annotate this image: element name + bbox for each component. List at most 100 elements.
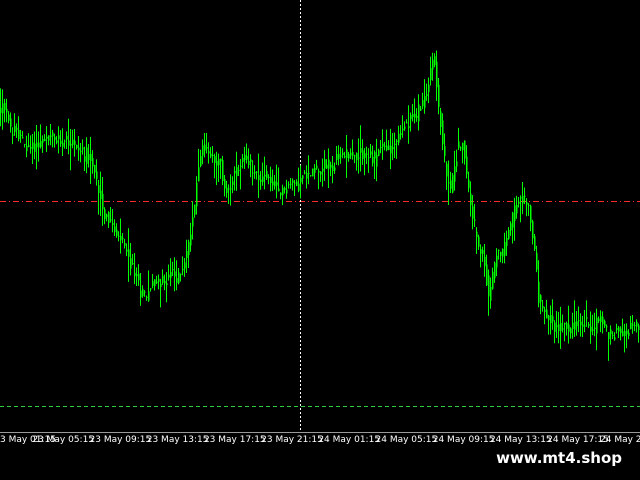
candle-body	[492, 271, 494, 289]
candle-body	[126, 249, 128, 252]
candle-body	[456, 161, 458, 167]
candle-body	[248, 160, 250, 165]
candle-body	[146, 296, 148, 298]
candle-body	[34, 143, 36, 152]
candle-body	[16, 128, 18, 130]
candle-body	[434, 56, 436, 66]
candle-body	[200, 156, 202, 167]
price-chart-svg[interactable]	[0, 0, 640, 432]
candle-body	[106, 214, 108, 217]
candle-body	[606, 326, 608, 328]
candle-body	[420, 108, 422, 111]
candle-body	[154, 279, 156, 287]
candle-body	[188, 241, 190, 256]
candle-body	[240, 165, 242, 167]
candle-body	[580, 321, 582, 326]
candle-body	[458, 141, 460, 148]
candle-body	[18, 129, 20, 140]
candle-body	[632, 324, 634, 326]
candle-body	[234, 170, 236, 174]
candle-body	[64, 140, 66, 142]
candle-body	[426, 94, 428, 96]
candle-body	[524, 195, 526, 197]
candle-body	[178, 272, 180, 284]
candle-body	[588, 324, 590, 326]
candle-body	[598, 318, 600, 322]
candle-body	[454, 166, 456, 182]
candle-body	[148, 291, 150, 301]
candle-body	[448, 182, 450, 184]
candle-body	[616, 327, 618, 330]
candle-body	[0, 107, 2, 114]
candle-body	[288, 184, 290, 186]
candle-body	[120, 235, 122, 241]
candle-body	[66, 135, 68, 140]
candle-body	[226, 187, 228, 193]
candle-body	[170, 272, 172, 278]
candle-body	[36, 142, 38, 148]
candle-body	[160, 283, 162, 287]
candle-body	[228, 188, 230, 190]
candle-body	[202, 145, 204, 156]
candle-body	[236, 167, 238, 177]
candle-body	[494, 262, 496, 279]
candle-body	[260, 179, 262, 182]
candle-body	[450, 180, 452, 189]
candle-body	[400, 133, 402, 135]
candle-body	[626, 330, 628, 335]
candle-body	[406, 122, 408, 124]
candle-body	[630, 322, 632, 329]
candle-body	[190, 234, 192, 246]
candle-body	[72, 139, 74, 145]
candle-body	[30, 147, 32, 149]
candle-body	[392, 147, 394, 150]
chart-window[interactable]: 3 May 01:15 23 May 05:15 23 May 09:15 23 Ma…	[0, 0, 640, 480]
time-axis-label: 23 May 13:15	[146, 435, 209, 445]
candle-body	[232, 181, 234, 185]
candle-body	[280, 192, 282, 196]
candle-body	[304, 172, 306, 174]
candle-body	[628, 332, 630, 337]
candle-body	[622, 331, 624, 337]
candle-body	[134, 272, 136, 277]
candle-body	[368, 157, 370, 159]
candle-body	[336, 154, 338, 160]
candle-body	[472, 206, 474, 219]
candle-body	[296, 181, 298, 186]
candle-body	[504, 242, 506, 256]
candle-body	[362, 150, 364, 159]
candle-body	[138, 273, 140, 281]
candle-body	[302, 175, 304, 179]
candle-body	[10, 118, 12, 127]
candle-body	[496, 255, 498, 268]
candles-group	[0, 50, 640, 361]
candle-body	[540, 295, 542, 302]
candle-body	[330, 164, 332, 168]
candle-body	[614, 337, 616, 340]
candle-body	[356, 152, 358, 161]
candle-body	[428, 84, 430, 93]
candle-body	[386, 145, 388, 150]
candle-body	[314, 167, 316, 174]
candle-body	[40, 141, 42, 147]
candle-body	[264, 174, 266, 177]
candle-body	[12, 134, 14, 136]
candle-body	[224, 178, 226, 189]
candle-body	[76, 145, 78, 149]
candle-body	[374, 152, 376, 159]
candle-body	[618, 327, 620, 332]
candle-body	[568, 324, 570, 332]
candle-body	[516, 205, 518, 214]
candle-body	[526, 202, 528, 205]
candle-body	[554, 322, 556, 332]
candle-body	[54, 137, 56, 140]
candle-body	[130, 258, 132, 269]
candle-body	[436, 61, 438, 88]
candle-body	[502, 248, 504, 257]
candle-body	[550, 314, 552, 324]
watermark-label: www.mt4.shop	[486, 446, 632, 470]
candle-body	[204, 144, 206, 151]
price-chart-area[interactable]	[0, 0, 640, 432]
candle-body	[276, 182, 278, 186]
candle-body	[8, 114, 10, 121]
